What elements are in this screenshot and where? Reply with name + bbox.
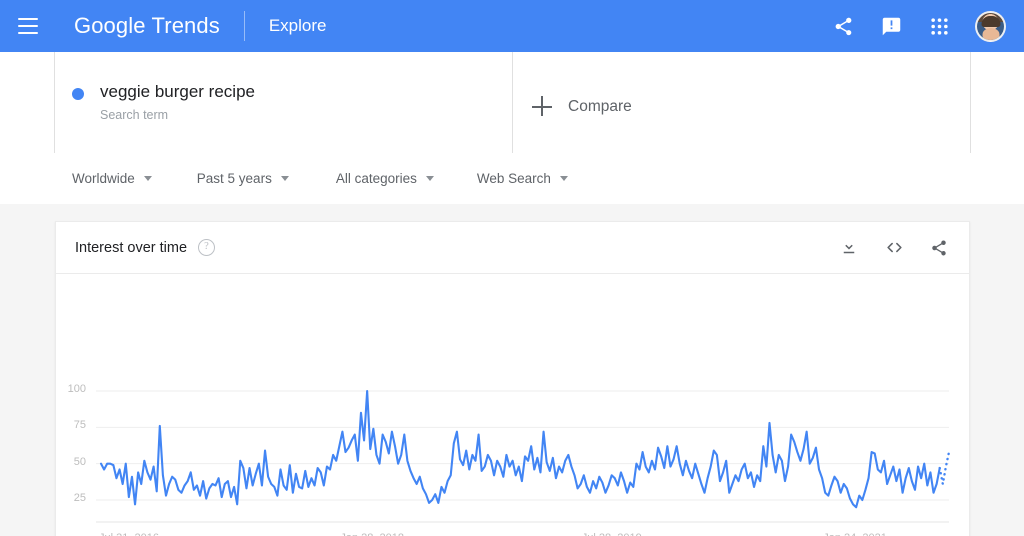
y-axis-tick-label: 25 [73,492,86,504]
feedback-icon[interactable] [879,14,903,38]
filter-category[interactable]: All categories [336,171,434,186]
appbar-divider [243,11,245,41]
nav-explore[interactable]: Explore [269,16,327,36]
chevron-down-icon [143,176,152,181]
y-axis-tick-label: 50 [73,455,86,468]
search-term-row: veggie burger recipe Search term Compare [0,52,1024,154]
plus-icon [532,96,554,118]
card-title: Interest over time [75,239,188,256]
chevron-down-icon [425,176,434,181]
compare-label: Compare [568,98,632,115]
y-axis-tick-label: 100 [67,383,86,395]
apps-grid-icon[interactable] [927,14,951,38]
chart-line [99,389,941,509]
search-term-chip[interactable]: veggie burger recipe Search term [72,82,255,122]
search-term-type: Search term [100,108,169,122]
filter-location-label: Worldwide [72,171,135,186]
x-axis-tick-label: Jul 31, 2016 [99,532,159,536]
chevron-down-icon [559,176,568,181]
user-avatar[interactable] [975,10,1006,42]
term-row-center-divider [512,52,513,153]
filter-search-type-label: Web Search [476,171,551,186]
hamburger-menu-icon[interactable] [18,14,42,38]
compare-button[interactable]: Compare [532,96,632,118]
download-icon[interactable] [837,236,861,260]
share-icon[interactable] [831,14,855,38]
term-row-left-divider [54,52,55,153]
brand-google-text: Google [74,13,146,38]
chart-canvas [96,389,951,523]
page-body: Interest over time ? 25 50 75 100 [0,204,1024,536]
y-axis-tick-label: 75 [73,419,86,432]
help-icon[interactable]: ? [198,239,216,256]
embed-code-icon[interactable] [882,236,906,260]
brand-logo[interactable]: Google Trends [74,13,220,39]
chevron-down-icon [280,176,289,181]
filter-bar: Worldwide Past 5 years All categories We… [0,153,1024,205]
chart-line-partial [938,450,951,485]
x-axis-tick-label: Jan 24, 2021 [823,532,887,536]
x-axis-tick-label: Jul 28, 2019 [582,532,642,536]
x-axis-tick-label: Jan 28, 2018 [340,532,404,536]
share-icon[interactable] [927,236,951,260]
filter-time-range[interactable]: Past 5 years [197,171,289,186]
filter-category-label: All categories [335,171,417,186]
series-color-dot [72,88,84,100]
search-term-label: veggie burger recipe [100,82,255,101]
filter-search-type[interactable]: Web Search [477,171,568,186]
filter-location[interactable]: Worldwide [72,171,152,186]
trends-page: Google Trends Explore veggie burger reci… [0,0,1024,536]
card-header: Interest over time ? [56,222,969,274]
interest-over-time-card: Interest over time ? 25 50 75 100 [55,221,970,536]
app-bar-actions [831,10,1006,42]
interest-over-time-chart[interactable]: 25 50 75 100 Jul 31, 2016 Jan 28, 2018 Jul 28… [56,274,969,536]
term-row-right-divider [970,52,971,153]
app-bar: Google Trends Explore [0,0,1024,52]
card-actions [837,236,951,260]
brand-trends-text: Trends [151,13,220,38]
filter-time-range-label: Past 5 years [196,171,272,186]
